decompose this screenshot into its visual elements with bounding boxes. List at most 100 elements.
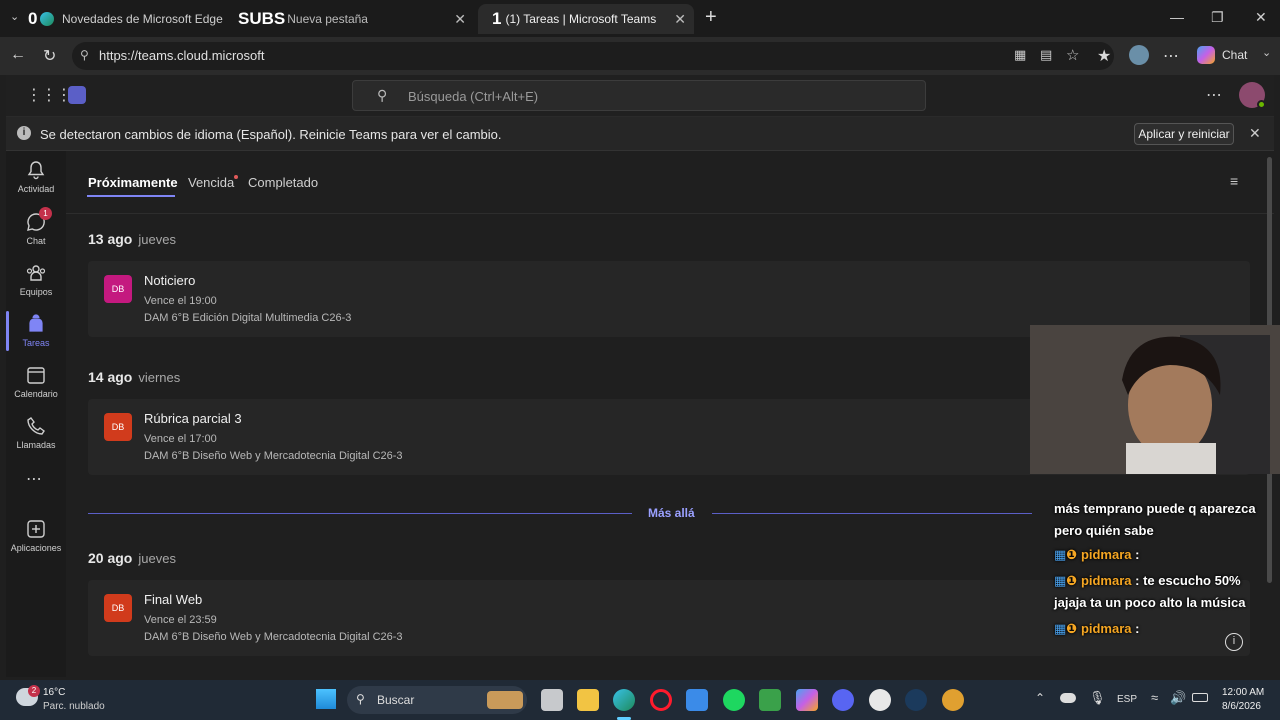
chat-line: ▦❶ pidmara : — [1054, 544, 1139, 566]
more-dots-icon[interactable]: ⋯ — [1163, 46, 1179, 66]
section-divider-line — [88, 513, 632, 514]
close-icon[interactable]: ✕ — [674, 11, 686, 28]
edge-icon[interactable] — [613, 689, 635, 711]
search-icon: ⚲ — [356, 692, 365, 706]
rail-item-teams[interactable]: Equipos — [6, 262, 66, 297]
rail-label: Equipos — [19, 287, 53, 297]
apps-icon[interactable]: ▦ — [1014, 47, 1026, 63]
date-heading: 14 ago viernes — [88, 369, 180, 385]
apply-restart-button[interactable]: Aplicar y reiniciar — [1134, 123, 1234, 145]
date-label: 14 ago — [88, 369, 133, 385]
maximize-icon[interactable]: ❐ — [1211, 9, 1224, 26]
teams-logo-icon — [68, 86, 86, 104]
language-indicator[interactable]: ESP — [1117, 694, 1137, 705]
tab-overdue[interactable]: Vencida — [188, 175, 234, 190]
tab-label: Nueva pestaña — [287, 12, 368, 26]
copilot-icon[interactable] — [796, 689, 818, 711]
weather-badge: 2 — [28, 685, 40, 697]
microphone-icon[interactable]: 🎙 — [1089, 690, 1106, 706]
chevron-down-icon[interactable]: ⌄ — [1262, 46, 1271, 59]
wifi-icon[interactable]: ≈ — [1151, 690, 1158, 705]
teams-people-icon — [26, 265, 46, 281]
info-icon: i — [17, 126, 31, 140]
windows-start-icon[interactable] — [316, 689, 336, 709]
task-due: Vence el 19:00 — [144, 295, 217, 307]
reader-icon[interactable]: ▤ — [1040, 47, 1052, 63]
steam-icon[interactable] — [905, 689, 927, 711]
tab-new-tab[interactable]: SUBS Nueva pestaña ✕ — [238, 4, 474, 34]
refresh-icon[interactable]: ↻ — [43, 46, 56, 66]
section-divider-label: Más allá — [648, 506, 695, 520]
language-change-banner: i Se detectaron cambios de idioma (Españ… — [6, 117, 1274, 151]
onedrive-cloud-icon[interactable] — [1060, 693, 1076, 703]
filter-icon[interactable]: ≡ — [1230, 173, 1238, 189]
taskbar-search-label: Buscar — [377, 693, 415, 707]
favorites-icon[interactable]: ★ — [1097, 46, 1111, 66]
task-title: Noticiero — [144, 273, 196, 288]
info-circle-icon[interactable]: i — [1225, 633, 1243, 651]
badge-icons: ▦ — [1054, 621, 1067, 636]
left-rail: Actividad 1 Chat Equipos Tareas Calendar… — [6, 151, 66, 677]
spotify-icon[interactable] — [723, 689, 745, 711]
rail-item-calendar[interactable]: Calendario — [6, 364, 66, 399]
webcam-overlay — [1030, 325, 1280, 474]
more-dots-icon[interactable]: ⋯ — [1206, 85, 1222, 105]
favorite-star-icon[interactable]: ☆ — [1066, 46, 1079, 64]
tab-label: (1) Tareas | Microsoft Teams — [505, 12, 657, 26]
taskbar-search[interactable]: ⚲ Buscar — [347, 686, 527, 714]
rail-item-apps[interactable]: Aplicaciones — [6, 518, 66, 553]
phone-icon — [27, 417, 45, 435]
close-icon[interactable]: ✕ — [1249, 125, 1261, 142]
minecraft-icon[interactable] — [759, 689, 781, 711]
profile-avatar[interactable] — [1129, 45, 1149, 65]
tab-underline — [87, 195, 175, 197]
app-icon[interactable] — [942, 689, 964, 711]
close-icon[interactable]: ✕ — [454, 11, 466, 28]
rail-label: Tareas — [22, 338, 50, 348]
store-icon[interactable] — [686, 689, 708, 711]
overlay-count-left: 0 — [28, 9, 38, 28]
tab-edge-news[interactable]: Novedades de Microsoft Edge — [40, 4, 235, 34]
copilot-icon[interactable] — [1197, 46, 1215, 64]
copilot-chat-label[interactable]: Chat — [1222, 48, 1247, 62]
badge-icons: ❶ — [1066, 621, 1078, 636]
more-apps-dots-icon[interactable]: ⋯ — [26, 469, 42, 489]
new-tab-plus-icon[interactable]: + — [705, 6, 717, 29]
clock-date[interactable]: 8/6/2026 — [1222, 701, 1261, 712]
search-icon: ⚲ — [377, 87, 388, 103]
volume-icon[interactable]: 🔊 — [1170, 690, 1186, 706]
file-explorer-icon[interactable] — [577, 689, 599, 711]
date-heading: 20 ago jueves — [88, 550, 176, 566]
opera-icon[interactable] — [650, 689, 672, 711]
search-box[interactable]: ⚲ Búsqueda (Ctrl+Alt+E) — [352, 80, 926, 111]
task-class: DAM 6°B Diseño Web y Mercadotecnia Digit… — [144, 631, 403, 643]
minimize-icon[interactable]: — — [1170, 9, 1184, 25]
rail-label: Actividad — [17, 184, 55, 194]
tab-completed[interactable]: Completado — [248, 175, 318, 190]
app-launcher-grid-icon[interactable]: ⋮⋮⋮ — [26, 85, 72, 105]
task-view-icon[interactable] — [541, 689, 563, 711]
rail-item-activity[interactable]: Actividad — [6, 159, 66, 194]
rail-item-tasks[interactable]: Tareas — [6, 313, 66, 348]
rail-item-chat[interactable]: 1 Chat — [6, 207, 66, 246]
rail-item-calls[interactable]: Llamadas — [6, 415, 66, 450]
discord-icon[interactable] — [832, 689, 854, 711]
backpack-icon — [29, 314, 43, 332]
weather-temp[interactable]: 16°C — [43, 687, 65, 698]
obs-icon[interactable] — [869, 689, 891, 711]
url-box[interactable]: ⚲ https://teams.cloud.microsoft ▦ ▤ ☆ — [72, 42, 1114, 70]
chevron-up-icon[interactable]: ⌃ — [1035, 691, 1045, 705]
tab-upcoming[interactable]: Próximamente — [88, 175, 178, 190]
search-highlight-image — [487, 691, 523, 709]
back-arrow-icon[interactable]: ← — [10, 46, 26, 64]
tab-actions-chevron-icon[interactable]: ⌄ — [10, 10, 19, 23]
site-info-icon[interactable]: ⚲ — [80, 48, 89, 62]
window-close-icon[interactable]: ✕ — [1255, 9, 1267, 26]
clock-time[interactable]: 12:00 AM — [1222, 687, 1264, 698]
browser-tab-strip: ⌄ 0 Novedades de Microsoft Edge SUBS Nue… — [0, 0, 1280, 37]
rail-label: Chat — [26, 236, 46, 246]
weather-desc[interactable]: Parc. nublado — [43, 701, 105, 712]
tab-teams[interactable]: 1 (1) Tareas | Microsoft Teams ✕ — [478, 4, 694, 34]
url-text[interactable]: https://teams.cloud.microsoft — [99, 48, 264, 63]
battery-icon[interactable] — [1192, 693, 1208, 702]
